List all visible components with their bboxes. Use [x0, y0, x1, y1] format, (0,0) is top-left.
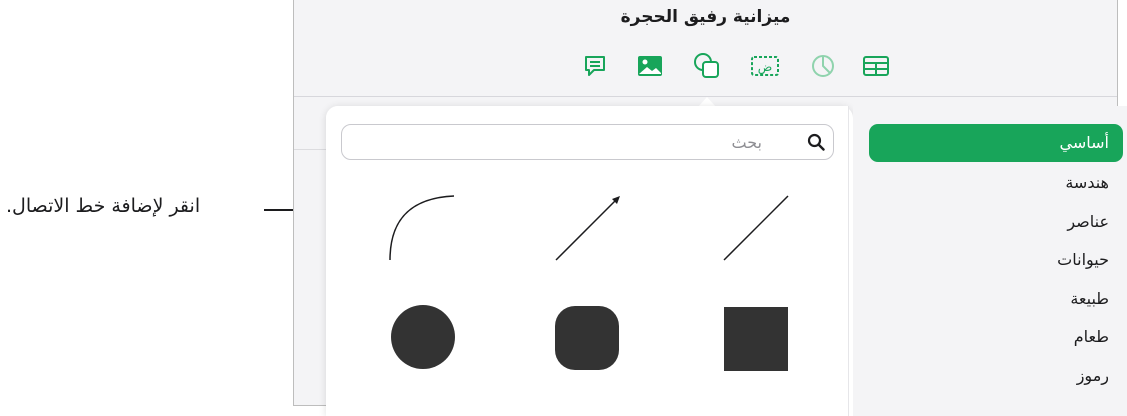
toolbar: ض	[294, 50, 1117, 84]
shape-library	[326, 106, 849, 416]
rounded-square-shape[interactable]	[555, 306, 619, 370]
straight-line-shape[interactable]	[720, 192, 792, 264]
media-icon	[638, 56, 662, 76]
callout-text: انقر لإضافة خط الاتصال.	[6, 195, 201, 217]
shape-icon	[694, 53, 719, 78]
chart-icon	[812, 55, 834, 77]
category-animals[interactable]: حيوانات	[1043, 241, 1123, 279]
circle-shape[interactable]	[390, 304, 456, 370]
square-shape[interactable]	[724, 307, 788, 371]
document-title: ميزانية رفيق الحجرة	[620, 7, 791, 27]
text-box-button[interactable]: ض	[749, 50, 781, 82]
category-basic[interactable]: أساسي	[869, 124, 1123, 162]
category-nature[interactable]: طبيعة	[1056, 280, 1123, 318]
chart-button[interactable]	[807, 50, 839, 82]
arrow-line-shape[interactable]	[552, 192, 624, 264]
text-box-glyph: ض	[758, 60, 773, 75]
comment-button[interactable]	[579, 50, 611, 82]
shape-button[interactable]	[691, 50, 723, 82]
category-food[interactable]: طعام	[1060, 318, 1123, 356]
shapes-popover: أساسي هندسة عناصر حيوانات طبيعة طعام رمو…	[326, 106, 1127, 416]
media-button[interactable]	[634, 50, 666, 82]
comment-icon	[585, 56, 605, 76]
category-symbols[interactable]: رموز	[1063, 357, 1123, 395]
category-geometry[interactable]: هندسة	[1051, 164, 1123, 202]
table-icon	[863, 56, 889, 76]
search-icon	[807, 133, 825, 151]
category-objects[interactable]: عناصر	[1053, 203, 1123, 241]
table-button[interactable]	[860, 50, 892, 82]
search-field[interactable]	[341, 124, 834, 160]
text-box-icon: ض	[751, 56, 779, 76]
curved-line-shape[interactable]	[384, 192, 458, 264]
category-list: أساسي هندسة عناصر حيوانات طبيعة طعام رمو…	[853, 106, 1127, 416]
search-input[interactable]	[352, 129, 762, 155]
